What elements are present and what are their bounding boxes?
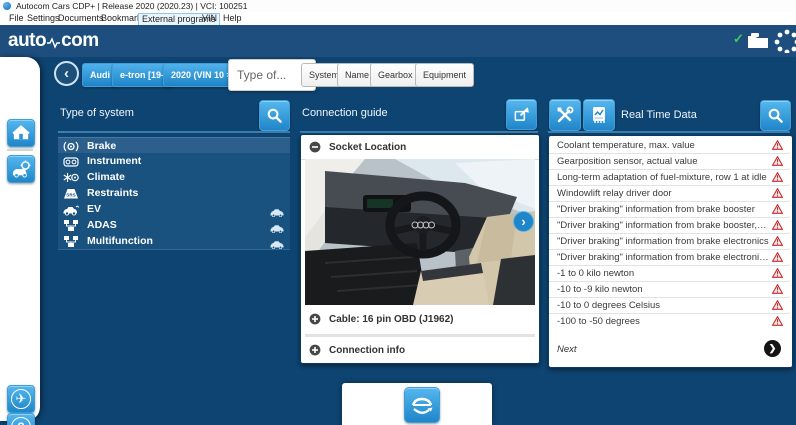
realtime-row[interactable]: Long-term adaptation of fuel-mixture, ro…	[549, 170, 790, 186]
system-item-multifunction[interactable]: Multifunction	[58, 233, 290, 250]
realtime-row[interactable]: "Driver braking" information from brake …	[549, 202, 790, 218]
system-item-adas[interactable]: ADAS	[58, 217, 290, 234]
adjustments-button[interactable]	[549, 99, 581, 131]
app-icon	[3, 2, 11, 10]
realtime-row[interactable]: -1 to 0 kilo newton	[549, 266, 790, 282]
realtime-row[interactable]: Windowlift relay driver door	[549, 186, 790, 202]
warning-icon	[772, 316, 783, 326]
warning-icon	[772, 188, 783, 198]
tools-icon	[556, 106, 574, 124]
pulse-icon	[47, 37, 60, 49]
filter-gearbox-button[interactable]: Gearbox	[370, 63, 421, 87]
system-search-button[interactable]	[259, 100, 290, 131]
adas-icon	[61, 219, 81, 232]
window-title: Autocom Cars CDP+ | Release 2020 (2020.2…	[16, 0, 247, 12]
filter-equipment-button[interactable]: Equipment	[415, 63, 474, 87]
back-icon: ‹	[64, 66, 69, 81]
open-external-button[interactable]	[506, 99, 537, 130]
svg-text:SRS: SRS	[66, 192, 75, 197]
brake-icon	[61, 140, 81, 153]
check-icon: ✓	[733, 31, 744, 47]
title-bar: Autocom Cars CDP+ | Release 2020 (2020.2…	[0, 0, 796, 12]
connection-card: Socket Location	[300, 134, 540, 364]
back-button[interactable]: ‹	[54, 61, 79, 86]
system-item-climate[interactable]: Climate	[58, 169, 290, 186]
warning-icon	[772, 268, 783, 278]
car-gear-icon	[11, 160, 31, 178]
realtime-panel-title: Real Time Data	[621, 109, 697, 121]
realtime-row[interactable]: "Driver braking" information from brake …	[549, 218, 790, 234]
bottom-bar	[342, 383, 492, 425]
next-label: Next	[557, 344, 577, 355]
socket-location-photo: ›	[305, 159, 535, 305]
next-page-button[interactable]: ❯	[764, 340, 781, 357]
multifunction-icon	[61, 235, 81, 248]
warning-icon	[772, 252, 783, 262]
section-divider	[305, 334, 535, 337]
home-button[interactable]	[7, 119, 35, 147]
app-window: Autocom Cars CDP+ | Release 2020 (2020.2…	[0, 0, 796, 425]
sidebar: ✈ ? ✕	[0, 57, 40, 421]
menu-help[interactable]: Help	[220, 12, 245, 25]
sidebar-divider	[7, 149, 33, 151]
car-equipped-icon	[270, 236, 284, 254]
system-item-restraints[interactable]: SRS Restraints	[58, 185, 290, 202]
brand-header: auto com ✓	[0, 25, 796, 57]
expand-icon	[309, 313, 321, 325]
autocom-logo: auto com	[8, 30, 99, 52]
car-refresh-icon	[410, 394, 434, 416]
photo-next-button[interactable]: ›	[513, 211, 534, 232]
realtime-row[interactable]: "Driver braking" information from brake …	[549, 250, 790, 266]
warning-icon	[772, 284, 783, 294]
warning-icon	[772, 204, 783, 214]
system-panel-title: Type of system	[60, 107, 134, 119]
question-icon: ?	[11, 417, 31, 425]
flight-mode-button[interactable]: ✈	[7, 385, 35, 413]
expand-icon	[309, 344, 321, 356]
spinner-gear-icon	[774, 29, 796, 53]
warning-icon	[772, 220, 783, 230]
connection-info-section[interactable]: Connection info	[301, 338, 537, 362]
airplane-icon: ✈	[11, 389, 31, 409]
menu-bar: File Settings Documents Bookmarks Extern…	[0, 12, 796, 26]
search-icon	[767, 107, 784, 124]
system-panel-underline	[58, 131, 290, 133]
socket-location-section[interactable]: Socket Location	[301, 135, 539, 160]
warning-icon	[772, 140, 783, 150]
warning-icon	[772, 236, 783, 246]
help-button[interactable]: ?	[7, 413, 35, 425]
realtime-panel-underline	[548, 131, 790, 133]
connection-panel-underline	[300, 131, 538, 133]
realtime-row[interactable]: Coolant temperature, max. value	[549, 138, 790, 154]
realtime-row[interactable]: -10 to 0 degrees Celsius	[549, 298, 790, 314]
system-item-instrument[interactable]: Instrument	[58, 153, 290, 170]
realtime-search-button[interactable]	[760, 100, 791, 131]
warning-icon	[772, 156, 783, 166]
srs-icon: SRS	[61, 187, 81, 200]
climate-icon	[61, 171, 81, 184]
instrument-icon	[61, 155, 81, 168]
collapse-icon	[309, 141, 321, 153]
external-link-icon	[513, 106, 530, 123]
realtime-row[interactable]: "Driver braking" information from brake …	[549, 234, 790, 250]
warning-icon	[772, 172, 783, 182]
search-icon	[266, 107, 283, 124]
chevron-right-icon: ›	[521, 214, 525, 229]
chevron-right-icon: ❯	[769, 343, 777, 354]
system-item-ev[interactable]: EV	[58, 201, 290, 218]
menu-vin[interactable]: VIN	[199, 12, 220, 25]
home-icon	[12, 125, 30, 141]
folder-icon[interactable]	[747, 32, 769, 49]
connect-vehicle-button[interactable]	[404, 387, 440, 423]
report-icon	[591, 106, 607, 124]
realtime-row[interactable]: -100 to -50 degrees	[549, 314, 790, 329]
warning-icon	[772, 300, 783, 310]
connection-panel-title: Connection guide	[302, 107, 388, 119]
realtime-row[interactable]: Gearposition sensor, actual value	[549, 154, 790, 170]
ev-icon	[61, 203, 81, 216]
vehicle-settings-button[interactable]	[7, 155, 35, 183]
realtime-row[interactable]: -10 to -9 kilo newton	[549, 282, 790, 298]
report-button[interactable]	[583, 99, 615, 131]
cable-section[interactable]: Cable: 16 pin OBD (J1962)	[301, 305, 537, 333]
